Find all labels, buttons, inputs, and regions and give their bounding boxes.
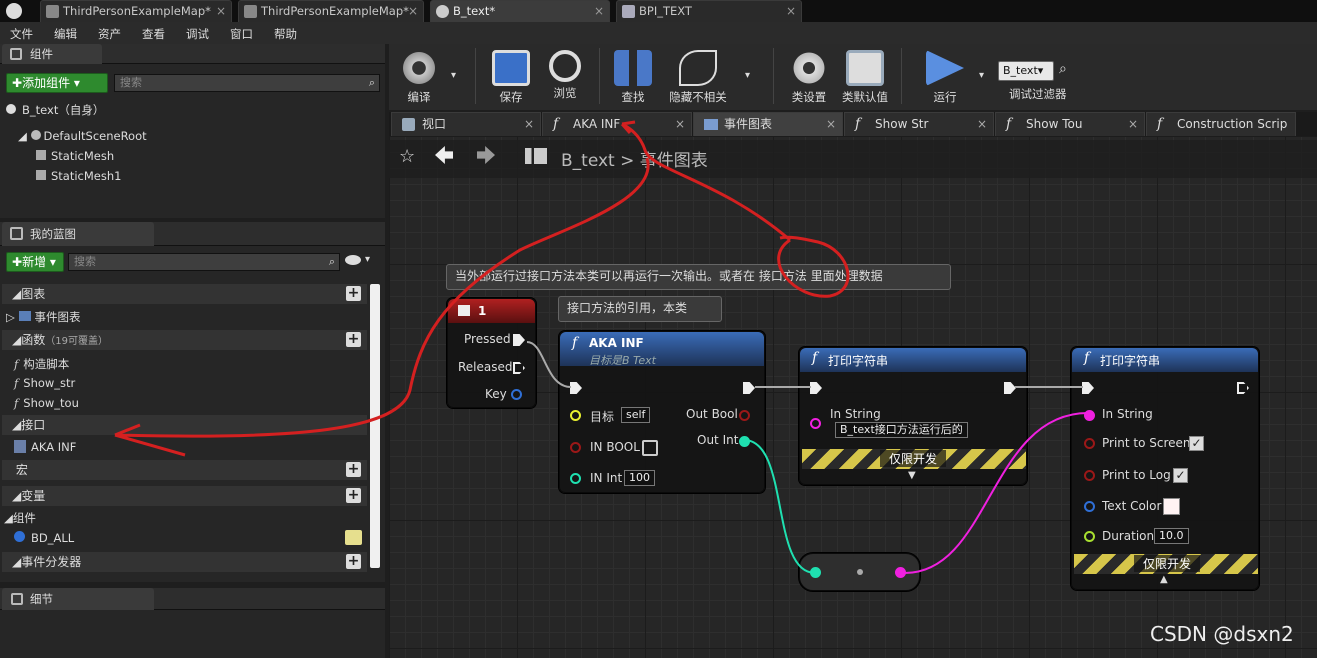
wire-conversion-to-in-string (904, 412, 1089, 574)
wires-and-annotations (114, 120, 1089, 574)
annotation-arrow-left (114, 157, 650, 457)
wire-out-int-to-conversion (743, 439, 816, 574)
wire-key-to-aka (526, 341, 572, 388)
annotation-circle (777, 235, 850, 298)
annotation-arrow-up (620, 120, 791, 242)
watermark: CSDN @dsxn2 (1150, 622, 1294, 646)
